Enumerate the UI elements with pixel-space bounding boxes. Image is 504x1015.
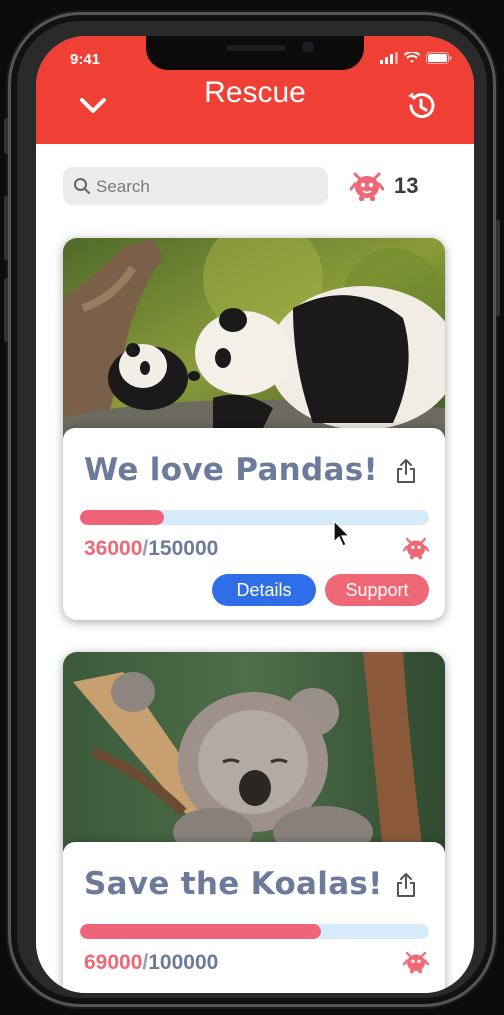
- share-icon: [397, 873, 415, 897]
- signal-icon: [380, 52, 398, 64]
- amounts: 69000/100000: [84, 951, 218, 975]
- card-title: Save the Koalas!: [84, 866, 383, 902]
- share-button[interactable]: [395, 872, 417, 903]
- monster-icon: [350, 172, 384, 201]
- progress-fill: [80, 924, 321, 939]
- volume-down-button: [4, 278, 8, 342]
- progress-bar: [80, 510, 429, 525]
- support-button[interactable]: Support: [325, 574, 429, 606]
- amount-raised: 69000: [84, 951, 143, 974]
- monster-icon: [403, 537, 429, 560]
- campaign-card[interactable]: Save the Koalas! 69000/100000: [63, 652, 445, 993]
- search-icon: [74, 178, 90, 194]
- search-input[interactable]: Search: [63, 167, 328, 205]
- progress-fill: [80, 510, 164, 525]
- progress-bar: [80, 924, 429, 939]
- mouse-cursor-icon: [333, 520, 351, 547]
- amounts: 36000/150000: [84, 537, 218, 561]
- monster-count-value: 13: [394, 173, 419, 198]
- campaign-card[interactable]: We love Pandas! 36000/150000 Details Sup…: [63, 238, 445, 620]
- front-camera: [302, 41, 314, 53]
- screen: 9:41 Rescue Search 13 We love Pandas! 36…: [36, 36, 474, 993]
- card-panel: We love Pandas! 36000/150000 Details Sup…: [63, 428, 445, 620]
- history-button[interactable]: [403, 88, 439, 124]
- speaker: [226, 45, 286, 51]
- history-icon: [408, 92, 435, 119]
- card-title: We love Pandas!: [84, 452, 378, 488]
- share-button[interactable]: [395, 458, 417, 489]
- amount-raised: 36000: [84, 537, 143, 560]
- monster-count: 13: [350, 166, 418, 206]
- card-panel: Save the Koalas! 69000/100000: [63, 842, 445, 993]
- monster-icon: [403, 951, 429, 974]
- notch: [146, 36, 364, 70]
- search-placeholder: Search: [96, 177, 150, 196]
- panda-photo: [63, 238, 445, 438]
- power-button: [496, 220, 500, 316]
- volume-up-button: [4, 196, 8, 260]
- details-button[interactable]: Details: [212, 574, 316, 606]
- share-icon: [397, 459, 415, 483]
- app-bar: 9:41 Rescue: [36, 36, 474, 144]
- wifi-icon: [404, 52, 420, 63]
- status-time: 9:41: [70, 51, 101, 68]
- amount-goal: 100000: [148, 951, 219, 974]
- koala-photo: [63, 652, 445, 852]
- mute-switch: [4, 118, 8, 154]
- status-icons: [380, 50, 452, 66]
- amount-goal: 150000: [148, 537, 219, 560]
- battery-icon: [426, 52, 452, 64]
